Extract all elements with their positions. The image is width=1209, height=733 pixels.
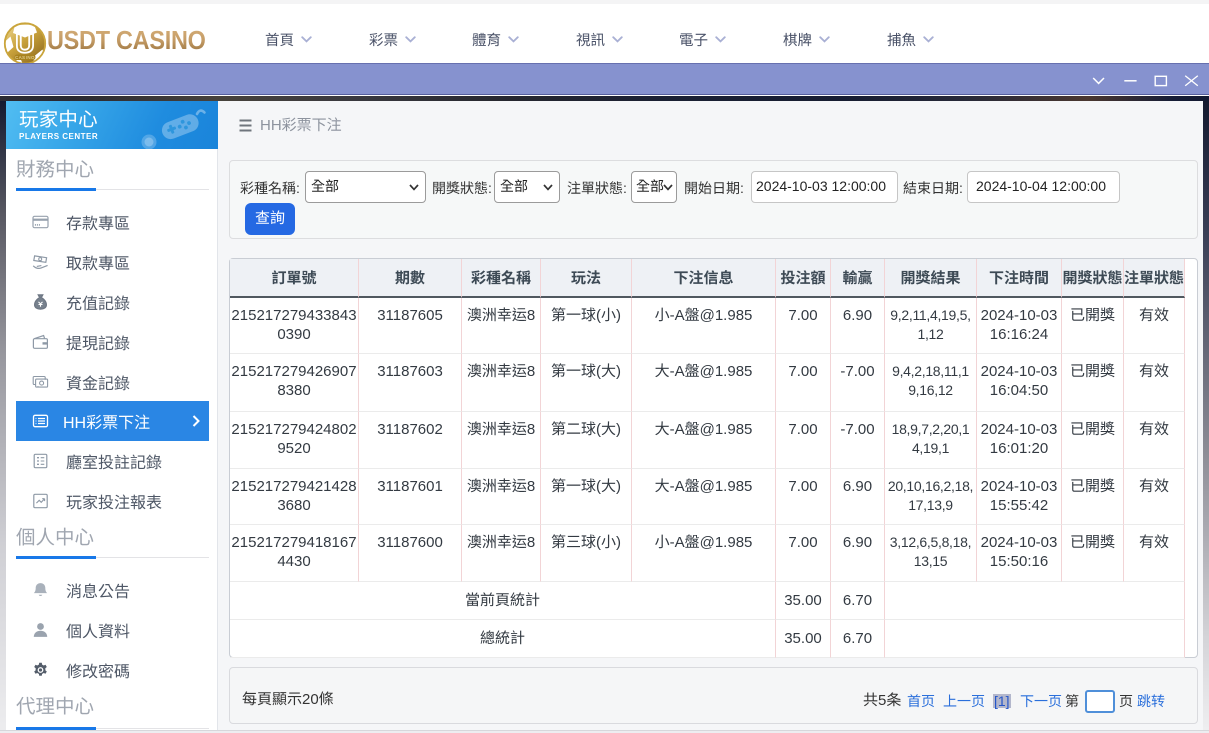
svg-text:U: U bbox=[15, 29, 35, 59]
svg-text:CASINO: CASINO bbox=[15, 55, 35, 60]
